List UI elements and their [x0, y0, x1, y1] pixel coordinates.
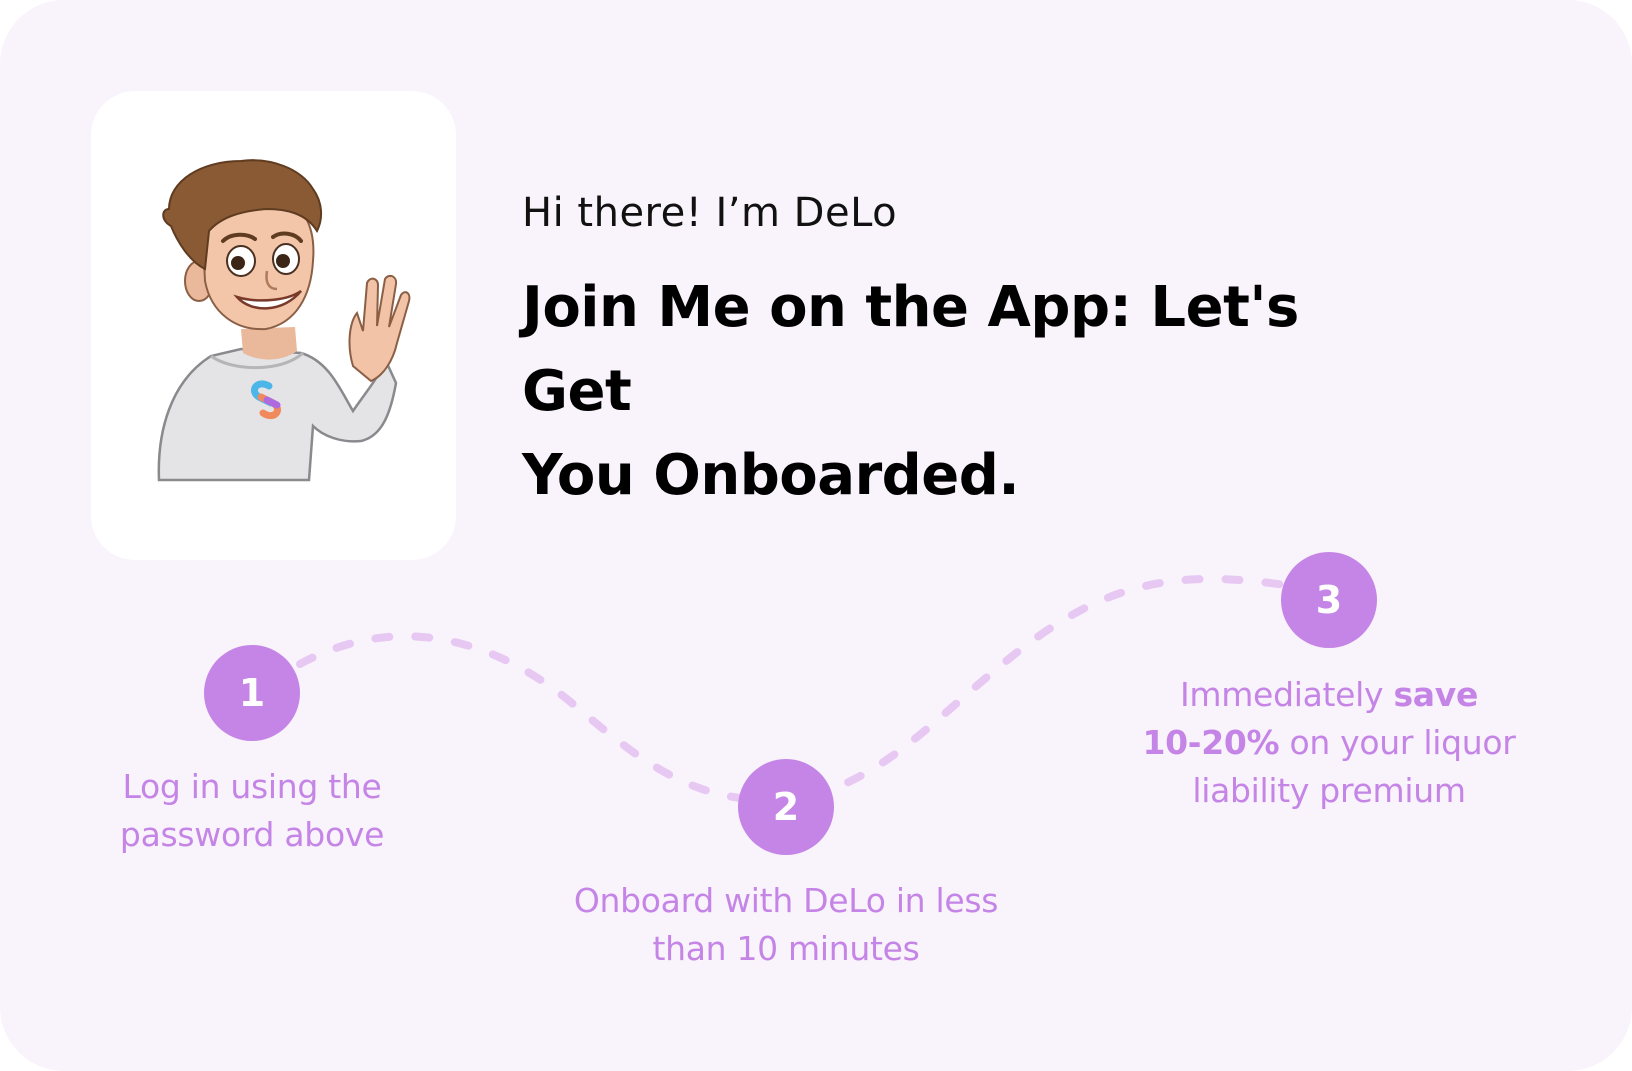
step-2-line-2: than 10 minutes [652, 929, 920, 968]
step-3-line-1-bold: save [1393, 675, 1479, 714]
step-2-badge: 2 [738, 759, 834, 855]
step-3-line-3: liability premium [1192, 771, 1466, 810]
step-3-line-1-regular: Immediately [1179, 675, 1394, 714]
step-2-line-1: Onboard with DeLo in less [573, 881, 999, 920]
step-3-line-2-bold: 10-20% [1142, 723, 1280, 762]
step-3-description: Immediately save 10-20% on your liquor l… [1114, 671, 1544, 815]
greeting-text: Hi there! I’m DeLo [522, 190, 898, 236]
step-3-line-2-regular: on your liquor [1279, 723, 1516, 762]
page-title: Join Me on the App: Let's Get You Onboar… [522, 266, 1422, 518]
step-3-line-1: Immediately save [1114, 671, 1544, 719]
step-1-badge: 1 [204, 645, 300, 741]
onboarding-card: Hi there! I’m DeLo Join Me on the App: L… [0, 0, 1632, 1071]
page-title-line-2: You Onboarded. [522, 443, 1020, 508]
step-3-line-2: 10-20% on your liquor [1114, 719, 1544, 767]
step-1-line-1: Log in using the [122, 767, 382, 806]
mascot-frame [91, 91, 456, 560]
step-3-badge: 3 [1281, 552, 1377, 648]
step-1-description: Log in using the password above [52, 763, 452, 859]
step-1-line-2: password above [119, 815, 385, 854]
waving-mascot-illustration [157, 159, 411, 482]
page-title-line-1: Join Me on the App: Let's Get [522, 275, 1299, 424]
step-2-description: Onboard with DeLo in less than 10 minute… [536, 877, 1036, 973]
